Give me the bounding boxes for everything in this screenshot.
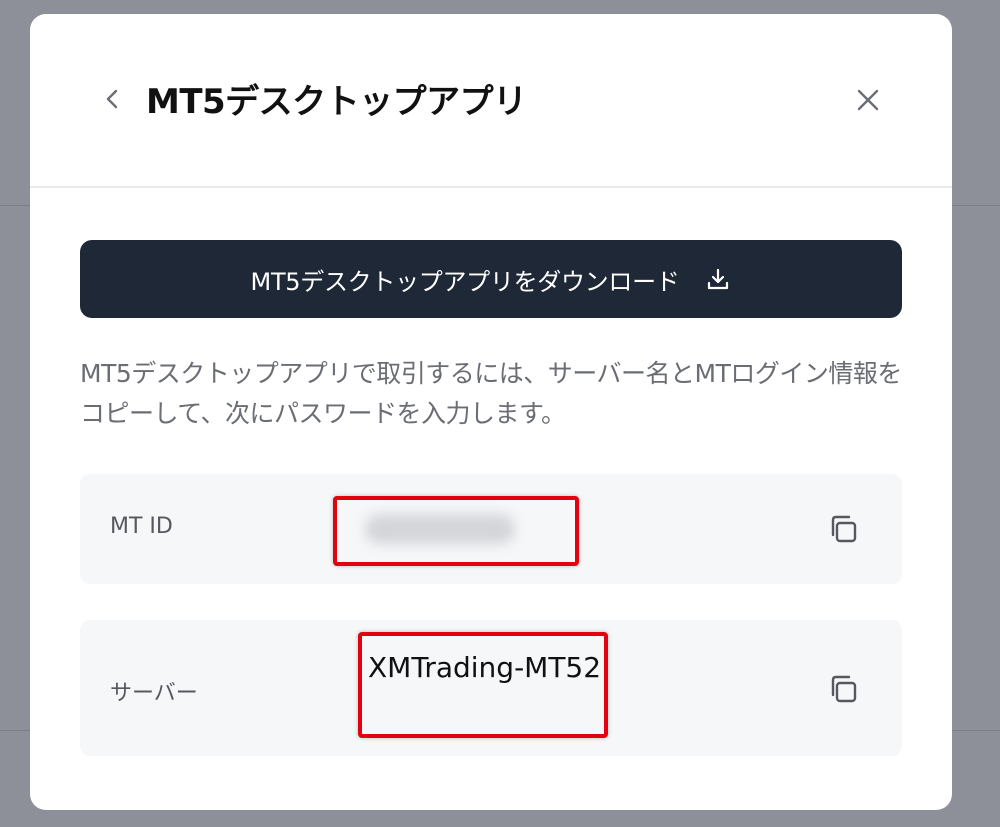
- mt-id-row: MT ID: [80, 474, 902, 584]
- modal-header: MT5デスクトップアプリ: [30, 14, 952, 186]
- server-row: サーバー XMTrading-MT52: [80, 620, 902, 756]
- header-divider: [30, 186, 952, 188]
- download-button-label: MT5デスクトップアプリをダウンロード: [250, 267, 680, 296]
- download-mt5-button[interactable]: MT5デスクトップアプリをダウンロード: [80, 240, 902, 318]
- mt-id-label: MT ID: [110, 514, 173, 539]
- mt5-desktop-app-modal: MT5デスクトップアプリ MT5デスクトップアプリをダウンロード MT5デスクト…: [30, 14, 952, 810]
- background-divider-right: [952, 205, 1000, 206]
- background-divider-left: [0, 205, 30, 206]
- server-label: サーバー: [110, 681, 198, 706]
- instructions-text: MT5デスクトップアプリで取引するには、サーバー名とMTログイン情報をコピーして…: [80, 359, 902, 428]
- background-divider-left-bottom: [0, 730, 30, 731]
- copy-icon[interactable]: [824, 670, 862, 708]
- server-highlight-box: [358, 632, 608, 738]
- close-icon[interactable]: [852, 84, 884, 116]
- chevron-left-icon[interactable]: [100, 84, 124, 114]
- copy-icon[interactable]: [824, 510, 862, 548]
- background-divider-right-bottom: [952, 730, 1000, 731]
- download-icon: [705, 266, 731, 292]
- modal-title: MT5デスクトップアプリ: [146, 82, 527, 122]
- mt-id-highlight-box: [333, 496, 579, 566]
